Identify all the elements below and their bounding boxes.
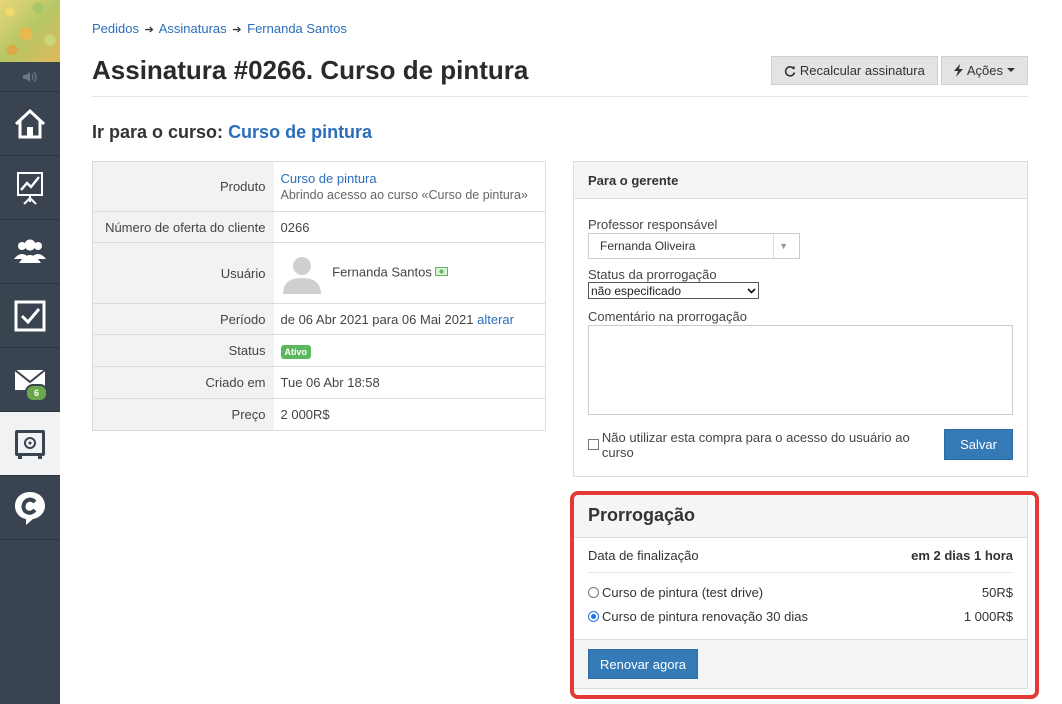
table-row: Usuário Fernanda Santos (92, 242, 546, 304)
table-row: Número de oferta do cliente 0266 (92, 211, 546, 243)
checkbox-icon (14, 300, 46, 331)
mail-count-badge: 6 (25, 384, 49, 402)
status-label: Status (92, 334, 274, 367)
price-label: Preço (92, 398, 274, 431)
school-logo[interactable] (0, 0, 60, 62)
chat-icon (15, 491, 45, 525)
refresh-icon (784, 65, 796, 77)
created-label: Criado em (92, 366, 274, 399)
highlight-frame (570, 491, 1039, 699)
title-divider (92, 96, 1028, 97)
chart-icon (17, 171, 43, 205)
manager-panel: Para o gerente Professor responsável Fer… (573, 161, 1028, 477)
breadcrumb-orders[interactable]: Pedidos (92, 21, 139, 36)
manager-footer: Não utilizar esta compra para o acesso d… (588, 429, 1013, 460)
table-row: Período de 06 Abr 2021 para 06 Mai 2021 … (92, 303, 546, 335)
product-label: Produto (92, 161, 274, 212)
teacher-label: Professor responsável (588, 217, 718, 232)
save-button[interactable]: Salvar (944, 429, 1013, 460)
page-title: Assinatura #0266. Curso de pintura (92, 55, 529, 85)
table-row: Criado em Tue 06 Abr 18:58 (92, 366, 546, 399)
teacher-select[interactable]: Fernanda Oliveira ▼ (588, 233, 800, 259)
status-badge: Ativo (280, 345, 311, 359)
home-icon (14, 108, 46, 138)
table-row: Produto Curso de pintura Abrindo acesso … (92, 161, 546, 212)
no-access-label: Não utilizar esta compra para o acesso d… (601, 429, 910, 460)
recalculate-button[interactable]: Recalcular assinatura (770, 56, 938, 85)
sidebar-item-home[interactable] (0, 92, 60, 156)
extension-status-value: não especificado (591, 283, 682, 298)
recalculate-label: Recalcular assinatura (799, 63, 925, 78)
comment-label: Comentário na prorrogação (588, 309, 747, 324)
extension-status-select[interactable]: não especificado (588, 282, 759, 299)
breadcrumb-separator: ➔ (144, 24, 154, 36)
breadcrumb: Pedidos ➔ Assinaturas ➔ Fernanda Santos (92, 21, 347, 36)
product-link[interactable]: Curso de pintura (281, 171, 377, 186)
table-row: Status Ativo (92, 334, 546, 367)
product-cell: Curso de pintura Abrindo acesso ao curso… (274, 162, 546, 212)
user-cell: Fernanda Santos (273, 242, 546, 304)
safe-icon (15, 429, 45, 459)
actions-dropdown-button[interactable]: Ações (940, 56, 1028, 85)
dropdown-arrow-icon: ▼ (773, 234, 788, 258)
teacher-value: Fernanda Oliveira (600, 239, 696, 253)
chevron-down-icon (747, 287, 756, 294)
user-name[interactable]: Fernanda Santos (332, 264, 432, 279)
goto-course-heading: Ir para o curso: Curso de pintura (92, 122, 372, 143)
sidebar-item-chat[interactable] (0, 476, 60, 540)
speaker-icon[interactable] (0, 62, 60, 92)
table-row: Preço 2 000R$ (92, 398, 546, 431)
manager-panel-title: Para o gerente (574, 162, 1027, 199)
users-icon (14, 239, 46, 263)
sidebar-item-messages[interactable]: 6 (0, 348, 60, 412)
price-value: 2 000R$ (273, 398, 546, 431)
created-value: Tue 06 Abr 18:58 (273, 366, 546, 399)
subscription-info-table: Produto Curso de pintura Abrindo acesso … (92, 161, 546, 431)
extension-status-label: Status da prorrogação (588, 267, 717, 282)
change-period-link[interactable]: alterar (477, 312, 514, 327)
period-label: Período (92, 303, 274, 335)
avatar[interactable] (281, 252, 323, 294)
sidebar-item-stats[interactable] (0, 156, 60, 220)
period-cell: de 06 Abr 2021 para 06 Mai 2021 alterar (273, 303, 546, 335)
breadcrumb-user[interactable]: Fernanda Santos (247, 21, 347, 36)
top-actions: Recalcular assinatura Ações (770, 56, 1028, 85)
goto-prefix: Ir para o curso: (92, 122, 224, 142)
offer-label: Número de oferta do cliente (92, 211, 274, 243)
status-cell: Ativo (273, 334, 546, 367)
no-access-checkbox[interactable] (588, 439, 599, 450)
actions-label: Ações (966, 63, 1003, 78)
period-value: de 06 Abr 2021 para 06 Mai 2021 (280, 311, 474, 327)
sidebar-item-sales[interactable] (0, 412, 60, 476)
user-label: Usuário (92, 242, 274, 304)
sidebar-item-users[interactable] (0, 220, 60, 284)
breadcrumb-subscriptions[interactable]: Assinaturas (159, 21, 227, 36)
bolt-icon (953, 64, 963, 77)
money-icon (435, 267, 449, 277)
offer-value: 0266 (273, 211, 546, 243)
breadcrumb-separator: ➔ (232, 24, 242, 36)
comment-textarea[interactable] (588, 325, 1013, 415)
sidebar: 6 (0, 0, 60, 704)
course-link[interactable]: Curso de pintura (228, 122, 372, 142)
caret-down-icon (1007, 68, 1015, 72)
sidebar-item-tasks[interactable] (0, 284, 60, 348)
product-description: Abrindo acesso ao curso «Curso de pintur… (280, 188, 528, 202)
